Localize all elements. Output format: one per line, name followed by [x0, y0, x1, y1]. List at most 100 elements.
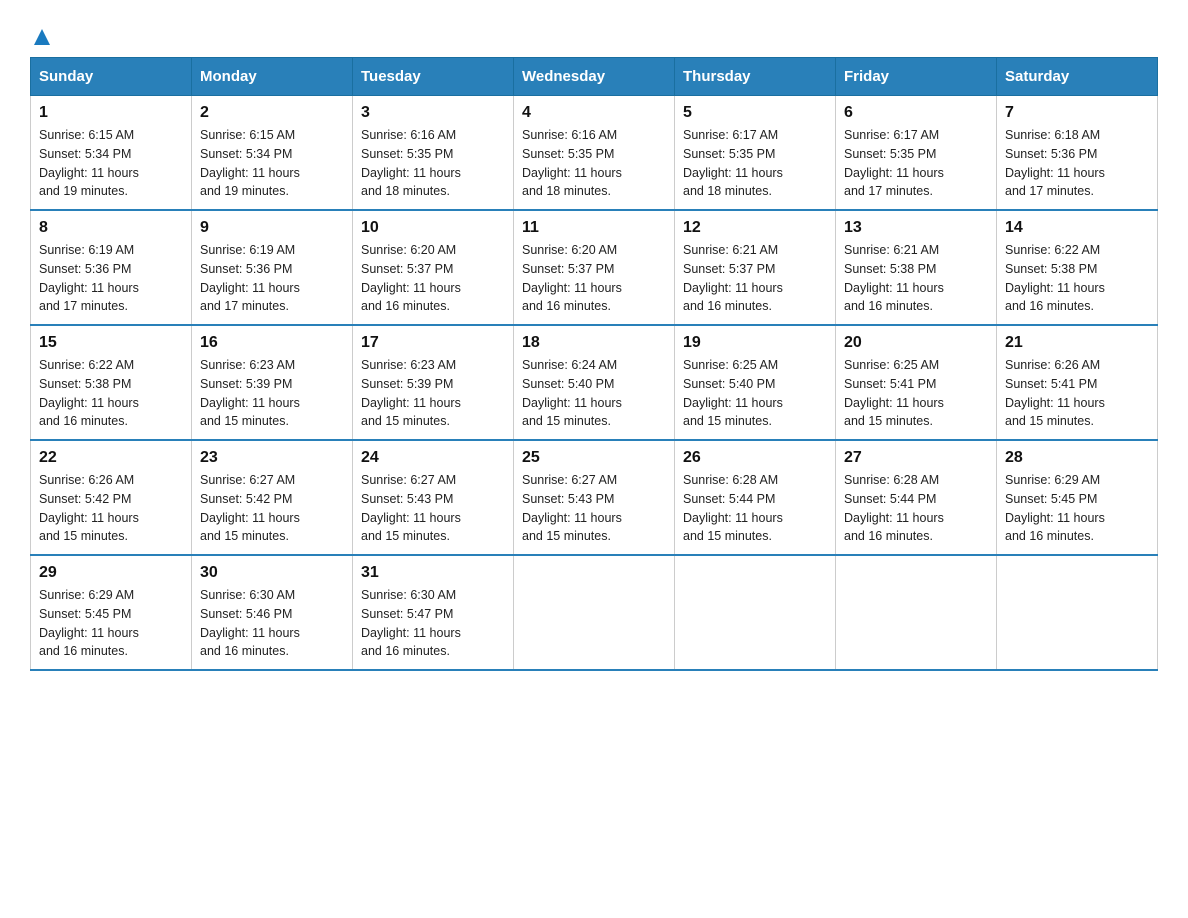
- day-number: 14: [1005, 219, 1149, 237]
- day-info: Sunrise: 6:29 AM Sunset: 5:45 PM Dayligh…: [1005, 471, 1149, 546]
- day-number: 2: [200, 104, 344, 122]
- calendar-cell: 8 Sunrise: 6:19 AM Sunset: 5:36 PM Dayli…: [31, 210, 192, 325]
- weekday-header-wednesday: Wednesday: [514, 58, 675, 96]
- calendar-cell: 13 Sunrise: 6:21 AM Sunset: 5:38 PM Dayl…: [836, 210, 997, 325]
- day-number: 21: [1005, 334, 1149, 352]
- day-info: Sunrise: 6:24 AM Sunset: 5:40 PM Dayligh…: [522, 356, 666, 431]
- day-info: Sunrise: 6:17 AM Sunset: 5:35 PM Dayligh…: [683, 126, 827, 201]
- day-number: 27: [844, 449, 988, 467]
- day-info: Sunrise: 6:27 AM Sunset: 5:42 PM Dayligh…: [200, 471, 344, 546]
- week-row-2: 8 Sunrise: 6:19 AM Sunset: 5:36 PM Dayli…: [31, 210, 1158, 325]
- day-info: Sunrise: 6:18 AM Sunset: 5:36 PM Dayligh…: [1005, 126, 1149, 201]
- weekday-header-friday: Friday: [836, 58, 997, 96]
- day-number: 16: [200, 334, 344, 352]
- day-info: Sunrise: 6:21 AM Sunset: 5:38 PM Dayligh…: [844, 241, 988, 316]
- calendar-table: SundayMondayTuesdayWednesdayThursdayFrid…: [30, 57, 1158, 671]
- day-info: Sunrise: 6:20 AM Sunset: 5:37 PM Dayligh…: [361, 241, 505, 316]
- page-header: [30, 20, 1158, 47]
- weekday-header-tuesday: Tuesday: [353, 58, 514, 96]
- day-info: Sunrise: 6:23 AM Sunset: 5:39 PM Dayligh…: [200, 356, 344, 431]
- calendar-cell: 6 Sunrise: 6:17 AM Sunset: 5:35 PM Dayli…: [836, 96, 997, 211]
- calendar-cell: [675, 555, 836, 670]
- weekday-header-sunday: Sunday: [31, 58, 192, 96]
- calendar-cell: 28 Sunrise: 6:29 AM Sunset: 5:45 PM Dayl…: [997, 440, 1158, 555]
- week-row-5: 29 Sunrise: 6:29 AM Sunset: 5:45 PM Dayl…: [31, 555, 1158, 670]
- day-number: 25: [522, 449, 666, 467]
- day-info: Sunrise: 6:22 AM Sunset: 5:38 PM Dayligh…: [1005, 241, 1149, 316]
- day-info: Sunrise: 6:29 AM Sunset: 5:45 PM Dayligh…: [39, 586, 183, 661]
- day-number: 29: [39, 564, 183, 582]
- calendar-cell: 12 Sunrise: 6:21 AM Sunset: 5:37 PM Dayl…: [675, 210, 836, 325]
- day-number: 17: [361, 334, 505, 352]
- calendar-cell: 4 Sunrise: 6:16 AM Sunset: 5:35 PM Dayli…: [514, 96, 675, 211]
- calendar-cell: 14 Sunrise: 6:22 AM Sunset: 5:38 PM Dayl…: [997, 210, 1158, 325]
- day-number: 28: [1005, 449, 1149, 467]
- calendar-cell: 1 Sunrise: 6:15 AM Sunset: 5:34 PM Dayli…: [31, 96, 192, 211]
- week-row-4: 22 Sunrise: 6:26 AM Sunset: 5:42 PM Dayl…: [31, 440, 1158, 555]
- calendar-cell: 16 Sunrise: 6:23 AM Sunset: 5:39 PM Dayl…: [192, 325, 353, 440]
- day-info: Sunrise: 6:26 AM Sunset: 5:42 PM Dayligh…: [39, 471, 183, 546]
- day-info: Sunrise: 6:25 AM Sunset: 5:41 PM Dayligh…: [844, 356, 988, 431]
- day-info: Sunrise: 6:15 AM Sunset: 5:34 PM Dayligh…: [39, 126, 183, 201]
- day-info: Sunrise: 6:30 AM Sunset: 5:46 PM Dayligh…: [200, 586, 344, 661]
- day-number: 7: [1005, 104, 1149, 122]
- day-info: Sunrise: 6:19 AM Sunset: 5:36 PM Dayligh…: [200, 241, 344, 316]
- calendar-cell: 26 Sunrise: 6:28 AM Sunset: 5:44 PM Dayl…: [675, 440, 836, 555]
- day-number: 5: [683, 104, 827, 122]
- day-info: Sunrise: 6:16 AM Sunset: 5:35 PM Dayligh…: [522, 126, 666, 201]
- calendar-cell: 25 Sunrise: 6:27 AM Sunset: 5:43 PM Dayl…: [514, 440, 675, 555]
- calendar-cell: 22 Sunrise: 6:26 AM Sunset: 5:42 PM Dayl…: [31, 440, 192, 555]
- logo: [30, 28, 52, 47]
- day-info: Sunrise: 6:15 AM Sunset: 5:34 PM Dayligh…: [200, 126, 344, 201]
- day-info: Sunrise: 6:27 AM Sunset: 5:43 PM Dayligh…: [522, 471, 666, 546]
- day-info: Sunrise: 6:22 AM Sunset: 5:38 PM Dayligh…: [39, 356, 183, 431]
- day-number: 19: [683, 334, 827, 352]
- day-info: Sunrise: 6:30 AM Sunset: 5:47 PM Dayligh…: [361, 586, 505, 661]
- day-number: 3: [361, 104, 505, 122]
- calendar-cell: 19 Sunrise: 6:25 AM Sunset: 5:40 PM Dayl…: [675, 325, 836, 440]
- day-info: Sunrise: 6:21 AM Sunset: 5:37 PM Dayligh…: [683, 241, 827, 316]
- day-number: 20: [844, 334, 988, 352]
- day-info: Sunrise: 6:20 AM Sunset: 5:37 PM Dayligh…: [522, 241, 666, 316]
- calendar-cell: 7 Sunrise: 6:18 AM Sunset: 5:36 PM Dayli…: [997, 96, 1158, 211]
- calendar-cell: 24 Sunrise: 6:27 AM Sunset: 5:43 PM Dayl…: [353, 440, 514, 555]
- day-number: 18: [522, 334, 666, 352]
- day-number: 12: [683, 219, 827, 237]
- calendar-cell: 11 Sunrise: 6:20 AM Sunset: 5:37 PM Dayl…: [514, 210, 675, 325]
- day-number: 9: [200, 219, 344, 237]
- day-info: Sunrise: 6:17 AM Sunset: 5:35 PM Dayligh…: [844, 126, 988, 201]
- calendar-cell: 3 Sunrise: 6:16 AM Sunset: 5:35 PM Dayli…: [353, 96, 514, 211]
- day-number: 13: [844, 219, 988, 237]
- day-number: 1: [39, 104, 183, 122]
- day-number: 26: [683, 449, 827, 467]
- calendar-cell: [836, 555, 997, 670]
- day-number: 11: [522, 219, 666, 237]
- calendar-cell: 18 Sunrise: 6:24 AM Sunset: 5:40 PM Dayl…: [514, 325, 675, 440]
- weekday-header-thursday: Thursday: [675, 58, 836, 96]
- calendar-cell: 15 Sunrise: 6:22 AM Sunset: 5:38 PM Dayl…: [31, 325, 192, 440]
- week-row-3: 15 Sunrise: 6:22 AM Sunset: 5:38 PM Dayl…: [31, 325, 1158, 440]
- calendar-cell: 10 Sunrise: 6:20 AM Sunset: 5:37 PM Dayl…: [353, 210, 514, 325]
- day-info: Sunrise: 6:19 AM Sunset: 5:36 PM Dayligh…: [39, 241, 183, 316]
- day-number: 10: [361, 219, 505, 237]
- day-info: Sunrise: 6:27 AM Sunset: 5:43 PM Dayligh…: [361, 471, 505, 546]
- calendar-cell: [514, 555, 675, 670]
- calendar-cell: [997, 555, 1158, 670]
- calendar-cell: 27 Sunrise: 6:28 AM Sunset: 5:44 PM Dayl…: [836, 440, 997, 555]
- day-number: 22: [39, 449, 183, 467]
- day-info: Sunrise: 6:28 AM Sunset: 5:44 PM Dayligh…: [683, 471, 827, 546]
- logo-triangle-icon: [33, 28, 51, 51]
- day-info: Sunrise: 6:25 AM Sunset: 5:40 PM Dayligh…: [683, 356, 827, 431]
- calendar-cell: 5 Sunrise: 6:17 AM Sunset: 5:35 PM Dayli…: [675, 96, 836, 211]
- weekday-header-row: SundayMondayTuesdayWednesdayThursdayFrid…: [31, 58, 1158, 96]
- calendar-cell: 21 Sunrise: 6:26 AM Sunset: 5:41 PM Dayl…: [997, 325, 1158, 440]
- calendar-cell: 30 Sunrise: 6:30 AM Sunset: 5:46 PM Dayl…: [192, 555, 353, 670]
- weekday-header-saturday: Saturday: [997, 58, 1158, 96]
- day-number: 23: [200, 449, 344, 467]
- day-info: Sunrise: 6:16 AM Sunset: 5:35 PM Dayligh…: [361, 126, 505, 201]
- day-number: 30: [200, 564, 344, 582]
- day-number: 6: [844, 104, 988, 122]
- day-info: Sunrise: 6:23 AM Sunset: 5:39 PM Dayligh…: [361, 356, 505, 431]
- calendar-cell: 31 Sunrise: 6:30 AM Sunset: 5:47 PM Dayl…: [353, 555, 514, 670]
- day-number: 4: [522, 104, 666, 122]
